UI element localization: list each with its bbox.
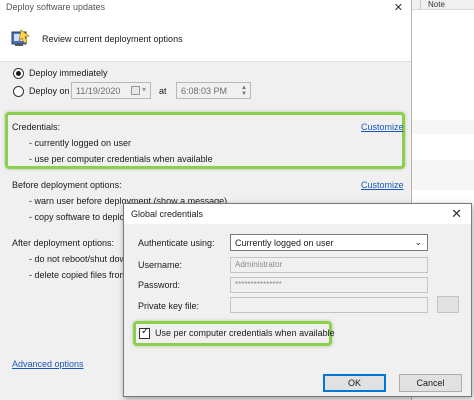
header-area: Review current deployment options — [0, 16, 411, 62]
spin-down-icon[interactable]: ▼ — [241, 91, 247, 97]
deploy-immediately-radio[interactable] — [13, 68, 24, 79]
deploy-time-picker[interactable]: 6:08:03 PM ▲ ▼ — [176, 82, 251, 99]
cancel-button[interactable]: Cancel — [399, 374, 462, 392]
deploy-immediately-label[interactable]: Deploy immediately — [29, 68, 108, 78]
deploy-date-value: 11/19/2020 — [76, 86, 121, 96]
credentials-label: Credentials: — [12, 122, 61, 132]
global-credentials-dialog: Global credentials ✕ Authenticate using:… — [123, 203, 472, 397]
before-deployment-label: Before deployment options: — [12, 180, 122, 190]
before-deployment-item: - copy software to deploy t — [29, 212, 135, 222]
deploy-time-value: 6:08:03 PM — [181, 86, 228, 96]
username-field[interactable]: Administrator — [230, 257, 428, 273]
password-field[interactable]: *************** — [230, 277, 428, 293]
authenticate-using-select[interactable]: Currently logged on user ⌄ — [230, 234, 428, 251]
credentials-item: - currently logged on user — [29, 138, 132, 148]
per-computer-label[interactable]: Use per computer credentials when availa… — [155, 328, 335, 338]
checkmark-icon: ✓ — [141, 326, 150, 337]
background-row[interactable] — [410, 160, 474, 190]
per-computer-checkbox[interactable]: ✓ — [139, 326, 150, 339]
dialog-title-bar[interactable]: Global credentials ✕ — [124, 204, 471, 224]
deploy-date-picker[interactable]: 11/19/2020 ▾ — [71, 82, 151, 99]
deploy-on-radio[interactable] — [13, 86, 24, 97]
at-label: at — [159, 86, 167, 96]
ok-button[interactable]: OK — [323, 374, 386, 392]
password-label: Password: — [138, 280, 181, 290]
password-value: *************** — [235, 280, 282, 289]
after-deployment-item: - do not reboot/shut down — [29, 254, 132, 264]
close-icon[interactable]: ✕ — [394, 1, 403, 14]
deploy-on-label[interactable]: Deploy on — [29, 86, 70, 96]
before-deployment-customize-link[interactable]: Customize — [361, 180, 404, 190]
credentials-customize-link[interactable]: Customize — [361, 122, 404, 132]
chevron-down-icon[interactable]: ▾ — [142, 85, 146, 94]
advanced-options-link[interactable]: Advanced options — [12, 359, 84, 369]
private-key-label: Private key file: — [138, 301, 200, 311]
after-deployment-label: After deployment options: — [12, 238, 115, 248]
browse-button[interactable] — [437, 296, 459, 313]
window-title: Deploy software updates — [6, 2, 106, 12]
authenticate-using-value: Currently logged on user — [235, 238, 334, 248]
title-bar[interactable]: Deploy software updates ✕ — [0, 0, 411, 16]
after-deployment-item: - delete copied files from re — [29, 270, 138, 280]
credentials-item: - use per computer credentials when avai… — [29, 154, 213, 164]
dialog-title: Global credentials — [131, 209, 204, 219]
username-label: Username: — [138, 260, 183, 270]
calendar-icon[interactable] — [131, 86, 140, 95]
background-row[interactable] — [410, 120, 474, 134]
close-icon[interactable]: ✕ — [451, 206, 462, 222]
column-header-note[interactable]: Note — [428, 0, 445, 10]
chevron-down-icon[interactable]: ⌄ — [414, 237, 422, 248]
deploy-app-icon — [11, 29, 30, 46]
authenticate-using-label: Authenticate using: — [138, 238, 215, 248]
username-value: Administrator — [235, 260, 283, 269]
private-key-field[interactable] — [230, 297, 428, 313]
column-separator[interactable] — [420, 0, 421, 10]
background-list-header: Note — [410, 0, 474, 10]
header-text: Review current deployment options — [42, 34, 183, 44]
